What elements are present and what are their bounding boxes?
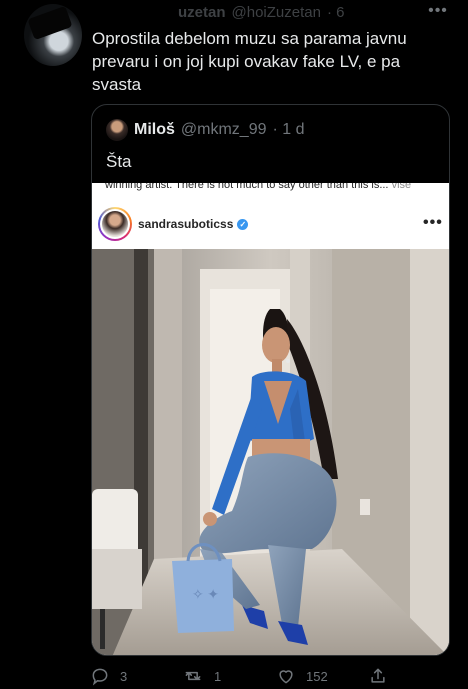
- tweet-text: Oprostila debelom muzu sa parama javnu p…: [92, 29, 407, 94]
- instagram-caption-more: više: [391, 183, 412, 191]
- more-horizontal-icon[interactable]: •••: [426, 2, 450, 22]
- quoted-author-handle: @mkmz_99: [180, 121, 267, 138]
- reply-icon: [92, 668, 108, 686]
- svg-text:✧ ✦: ✧ ✦: [192, 588, 219, 603]
- quoted-author-avatar: [106, 119, 128, 141]
- share-button[interactable]: [368, 664, 388, 688]
- quoted-tweet[interactable]: Miloš @mkmz_99 · 1 d Šta winning artist.…: [91, 104, 450, 656]
- instagram-caption-text: winning artist. There is not much to say…: [105, 183, 389, 191]
- author-handle[interactable]: @hoiZuzetan: [232, 4, 321, 21]
- tweet-action-bar: 3 1 152: [90, 664, 450, 688]
- quoted-tweet-header: Miloš @mkmz_99 · 1 d: [106, 119, 305, 141]
- instagram-cut-caption: winning artist. There is not much to say…: [92, 183, 449, 191]
- instagram-username: sandrasuboticss: [138, 217, 234, 231]
- like-button[interactable]: 152: [276, 664, 328, 688]
- author-display-name[interactable]: uzetan: [178, 4, 226, 21]
- instagram-avatar: [98, 207, 132, 241]
- verified-badge-icon: ✓: [237, 218, 249, 230]
- quoted-tweet-text: Šta: [106, 152, 132, 171]
- instagram-post-image[interactable]: winning artist. There is not much to say…: [92, 183, 449, 655]
- tweet-header: uzetan @hoiZuzetan · 6: [178, 2, 344, 22]
- like-count: 152: [306, 668, 328, 684]
- photo-illustration: ✧ ✦: [92, 249, 449, 655]
- quoted-tweet-time: · 1 d: [272, 121, 305, 138]
- reply-count: 3: [120, 668, 128, 684]
- like-icon: [279, 670, 293, 684]
- quoted-author-display-name: Miloš: [134, 121, 175, 138]
- retweet-button[interactable]: 1: [182, 664, 221, 688]
- retweet-icon: [185, 671, 201, 681]
- instagram-photo: ✧ ✦: [92, 249, 449, 655]
- retweet-count: 1: [214, 668, 222, 684]
- share-icon: [371, 668, 385, 683]
- instagram-username-row: sandrasuboticss ✓: [138, 217, 249, 231]
- reply-button[interactable]: 3: [90, 664, 127, 688]
- instagram-post-header: sandrasuboticss ✓ •••: [92, 205, 449, 245]
- more-horizontal-icon: •••: [423, 214, 443, 231]
- tweet[interactable]: uzetan @hoiZuzetan · 6 ••• Oprostila deb…: [0, 0, 468, 689]
- tweet-time[interactable]: · 6: [327, 4, 345, 21]
- author-avatar[interactable]: [24, 4, 82, 66]
